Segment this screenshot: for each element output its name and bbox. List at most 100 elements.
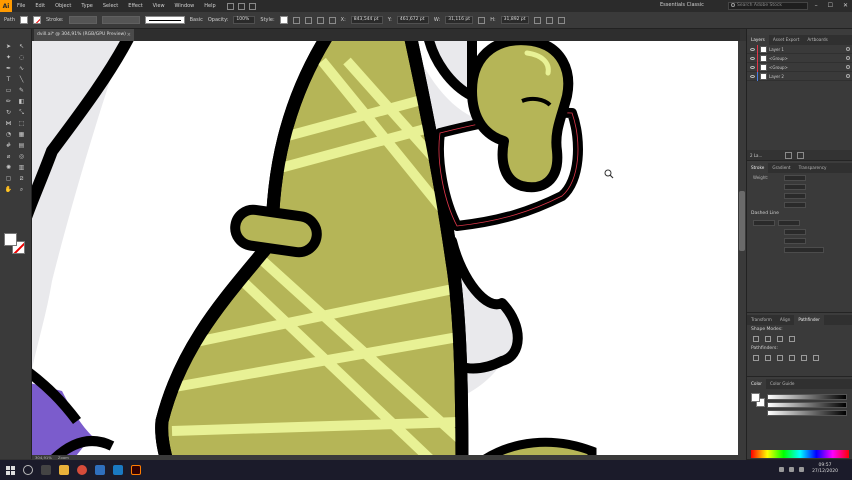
menu-select[interactable]: Select — [98, 3, 123, 9]
curvature-tool-icon[interactable]: ∿ — [17, 65, 26, 73]
tab-asset-export[interactable]: Asset Export — [769, 35, 804, 45]
color-spectrum[interactable] — [751, 450, 849, 458]
close-icon[interactable]: ✕ — [843, 2, 848, 9]
taskbar-clock[interactable]: 09:57 27/12/2020 — [812, 463, 838, 475]
intersect-icon[interactable] — [777, 336, 783, 342]
menu-effect[interactable]: Effect — [123, 3, 147, 9]
menu-object[interactable]: Object — [50, 3, 76, 9]
distribute-icon[interactable] — [316, 16, 324, 24]
tab-color-guide[interactable]: Color Guide — [766, 379, 799, 389]
slice-tool-icon[interactable]: ⧄ — [17, 175, 26, 183]
arrange-documents-icon[interactable] — [248, 2, 256, 10]
stroke-swatch[interactable] — [32, 16, 41, 24]
cap-buttons[interactable] — [784, 183, 806, 190]
new-layer-icon[interactable] — [785, 151, 793, 159]
illustrator-logo[interactable]: Ai — [0, 0, 12, 12]
menu-file[interactable]: File — [12, 3, 30, 9]
minus-back-icon[interactable] — [813, 355, 819, 361]
direct-selection-tool-icon[interactable]: ↖ — [17, 43, 26, 51]
color-fill-swatch[interactable] — [751, 393, 760, 402]
minimize-icon[interactable]: – — [815, 2, 818, 9]
tab-align[interactable]: Align — [776, 315, 795, 325]
recolor-artwork-icon[interactable] — [292, 16, 300, 24]
target-icon[interactable] — [846, 65, 850, 69]
align-stroke-buttons[interactable] — [784, 201, 806, 208]
perspective-grid-tool-icon[interactable]: ▦ — [17, 131, 26, 139]
visibility-eye-icon[interactable] — [750, 65, 755, 69]
tab-gradient[interactable]: Gradient — [768, 163, 794, 173]
dash-field[interactable] — [753, 219, 775, 226]
search-icon[interactable] — [23, 465, 33, 475]
eraser-tool-icon[interactable]: ◧ — [17, 98, 26, 106]
eyedropper-tool-icon[interactable]: ⌀ — [4, 153, 13, 161]
line-tool-icon[interactable]: ╲ — [17, 76, 26, 84]
isolate-icon[interactable] — [545, 16, 553, 24]
width-field[interactable]: 31,116 pt — [445, 16, 474, 24]
magic-wand-tool-icon[interactable]: ✦ — [4, 54, 13, 62]
close-tab-icon[interactable]: × — [127, 29, 131, 41]
tab-transform[interactable]: Transform — [747, 315, 776, 325]
stock-icon[interactable] — [237, 2, 245, 10]
tab-color[interactable]: Color — [747, 379, 766, 389]
menu-edit[interactable]: Edit — [30, 3, 50, 9]
gradient-tool-icon[interactable]: ▤ — [17, 142, 26, 150]
g-slider[interactable] — [767, 402, 847, 408]
fill-stroke-control[interactable] — [4, 233, 26, 255]
zoom-tool-icon[interactable]: ⌕ — [17, 186, 26, 194]
document-tab[interactable]: dvill.ai* @ 304,91% (RGB/GPU Preview) × — [34, 29, 134, 41]
merge-icon[interactable] — [777, 355, 783, 361]
target-icon[interactable] — [846, 47, 850, 51]
gap-field[interactable] — [778, 219, 800, 226]
windows-start-icon[interactable] — [6, 465, 15, 475]
corner-buttons[interactable] — [784, 192, 806, 199]
unite-icon[interactable] — [753, 336, 759, 342]
rotate-tool-icon[interactable]: ↻ — [4, 109, 13, 117]
y-position-field[interactable]: 461,672 pt — [396, 16, 429, 24]
paintbrush-tool-icon[interactable]: ✎ — [17, 87, 26, 95]
variable-width-dropdown[interactable] — [101, 16, 140, 24]
type-tool-icon[interactable]: T — [4, 76, 13, 84]
scale-tool-icon[interactable]: ⤡ — [17, 109, 26, 117]
visibility-eye-icon[interactable] — [750, 47, 755, 51]
brush-definition-preview[interactable] — [144, 16, 185, 24]
weight-field[interactable] — [784, 174, 806, 181]
layer-row[interactable]: <Group> — [747, 53, 852, 63]
maximize-icon[interactable]: ☐ — [828, 2, 833, 9]
lasso-tool-icon[interactable]: ◌ — [17, 54, 26, 62]
tab-layers[interactable]: Layers — [747, 35, 769, 45]
link-proportions-icon[interactable] — [478, 16, 486, 24]
symbol-sprayer-tool-icon[interactable]: ✺ — [4, 164, 13, 172]
outline-icon[interactable] — [801, 355, 807, 361]
height-field[interactable]: 31,892 pt — [500, 16, 529, 24]
shape-builder-tool-icon[interactable]: ◔ — [4, 131, 13, 139]
target-icon[interactable] — [846, 74, 850, 78]
menu-help[interactable]: Help — [199, 3, 220, 9]
layer-row[interactable]: Layer 1 — [747, 44, 852, 54]
artboard-canvas[interactable] — [32, 41, 738, 455]
task-view-icon[interactable] — [41, 465, 51, 475]
column-graph-tool-icon[interactable]: ▥ — [17, 164, 26, 172]
steam-icon[interactable] — [113, 465, 123, 475]
width-tool-icon[interactable]: ⋈ — [4, 120, 13, 128]
transform-icon[interactable] — [533, 16, 541, 24]
exclude-icon[interactable] — [789, 336, 795, 342]
divide-icon[interactable] — [753, 355, 759, 361]
hand-tool-icon[interactable]: ✋ — [4, 186, 13, 194]
arrowheads-dropdown[interactable] — [784, 228, 806, 235]
layer-row[interactable]: Layer 2 — [747, 71, 852, 81]
delete-layer-icon[interactable] — [797, 151, 805, 159]
selection-tool-icon[interactable]: ➤ — [4, 43, 13, 51]
volume-icon[interactable] — [789, 467, 794, 472]
blend-tool-icon[interactable]: ◎ — [17, 153, 26, 161]
bridge-icon[interactable] — [226, 2, 234, 10]
profile-dropdown[interactable] — [784, 246, 824, 253]
fill-white-swatch[interactable] — [4, 233, 17, 246]
layer-row[interactable]: <Group> — [747, 62, 852, 72]
vertical-scrollbar[interactable] — [738, 41, 746, 455]
align-icon[interactable] — [304, 16, 312, 24]
tab-artboards[interactable]: Artboards — [803, 35, 832, 45]
free-transform-tool-icon[interactable]: ⬚ — [17, 120, 26, 128]
chrome-icon[interactable] — [77, 465, 87, 475]
panel-menu-icon[interactable] — [557, 16, 565, 24]
menu-type[interactable]: Type — [76, 3, 97, 9]
